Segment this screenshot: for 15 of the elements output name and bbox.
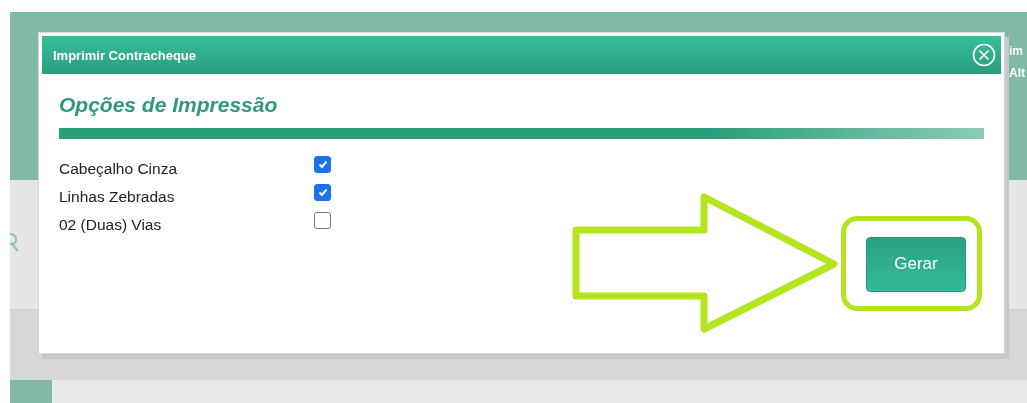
check-icon xyxy=(316,158,329,170)
logo-fragment-icon xyxy=(10,232,20,252)
checkbox[interactable] xyxy=(314,155,331,173)
header-text: im xyxy=(1009,43,1023,60)
dialog-title: Imprimir Contracheque xyxy=(53,47,197,63)
header-text: Alt xyxy=(1009,65,1025,82)
section-title: Opções de Impressão xyxy=(59,92,279,118)
checkbox[interactable] xyxy=(314,211,331,229)
option-label: Cabeçalho Cinza xyxy=(59,160,179,178)
generate-button[interactable]: Gerar xyxy=(866,236,966,292)
option-label: 02 (Duas) Vias xyxy=(59,216,163,234)
close-button[interactable] xyxy=(971,42,997,68)
option-label: Linhas Zebradas xyxy=(59,188,176,206)
checkbox[interactable] xyxy=(314,183,331,201)
check-icon xyxy=(316,186,329,198)
